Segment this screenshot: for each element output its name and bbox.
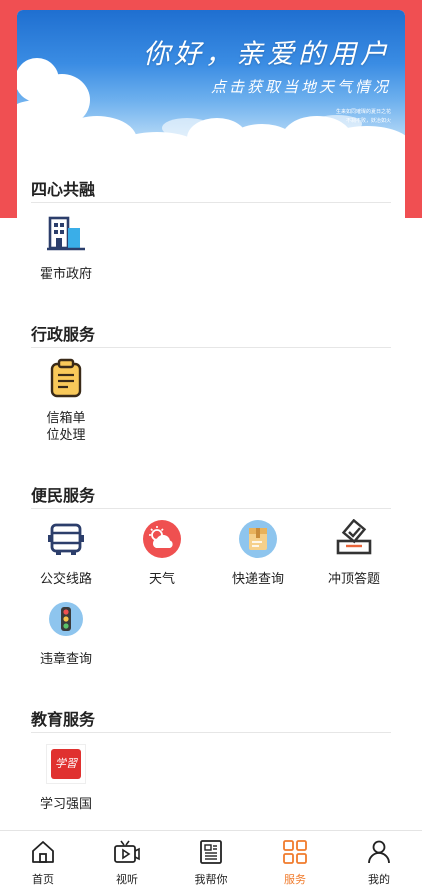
service-item-bus[interactable]: 公交线路 bbox=[18, 519, 114, 588]
section-title-convenience: 便民服务 bbox=[31, 486, 96, 505]
bus-icon bbox=[48, 523, 84, 555]
section-divider bbox=[31, 347, 391, 348]
banner-caption: 生来如同璀璨的夏日之花 不凋不败，妖冶如火 bbox=[271, 108, 391, 126]
section-title-education: 教育服务 bbox=[31, 710, 96, 729]
weather-banner[interactable]: 你好，亲爱的用户 点击获取当地天气情况 生来如同璀璨的夏日之花 不凋不败，妖冶如… bbox=[17, 10, 405, 162]
tab-label: 服务 bbox=[284, 873, 306, 886]
section-title-admin: 行政服务 bbox=[31, 325, 96, 344]
traffic-light-icon bbox=[49, 602, 83, 636]
service-item-label: 冲顶答题 bbox=[327, 572, 380, 587]
service-item-express[interactable]: 快递查询 bbox=[210, 519, 306, 588]
package-icon bbox=[239, 520, 277, 558]
building-icon bbox=[47, 216, 85, 251]
person-icon bbox=[368, 840, 390, 864]
tab-label: 视听 bbox=[116, 873, 138, 886]
xuexi-icon: 学習 bbox=[46, 744, 86, 784]
banner-caption-line1: 生来如同璀璨的夏日之花 bbox=[335, 109, 391, 115]
ballot-icon bbox=[336, 519, 372, 555]
banner-subtitle: 点击获取当地天气情况 bbox=[210, 78, 391, 96]
service-item-mailbox[interactable]: 信箱单位处理 bbox=[18, 358, 114, 444]
bottom-tab-bar: 首页 视听 我帮你 服务 我的 bbox=[0, 830, 422, 891]
weather-icon bbox=[143, 520, 181, 558]
banner-greeting: 你好，亲爱的用户 bbox=[143, 39, 391, 70]
newspaper-icon bbox=[200, 840, 222, 864]
xuexi-logo: 学習 bbox=[51, 749, 81, 779]
tab-mine[interactable]: 我的 bbox=[349, 839, 409, 887]
section-divider bbox=[31, 202, 391, 203]
service-item-label: 天气 bbox=[148, 572, 175, 587]
service-item-label: 学习强国 bbox=[39, 797, 92, 812]
tab-home[interactable]: 首页 bbox=[13, 839, 73, 887]
tab-label: 首页 bbox=[32, 873, 54, 886]
section-divider bbox=[31, 732, 391, 733]
tab-label: 我的 bbox=[368, 873, 390, 886]
tv-icon bbox=[114, 840, 140, 863]
section-title-sixin: 四心共融 bbox=[31, 180, 96, 199]
service-item-quiz[interactable]: 冲顶答题 bbox=[306, 519, 402, 588]
home-icon bbox=[32, 841, 54, 863]
service-item-xuexi[interactable]: 学習 学习强国 bbox=[18, 744, 114, 813]
tab-media[interactable]: 视听 bbox=[97, 839, 157, 887]
service-item-violation[interactable]: 违章查询 bbox=[18, 599, 114, 668]
banner-caption-line2: 不凋不败，妖冶如火 bbox=[345, 118, 391, 124]
service-item-label: 霍市政府 bbox=[39, 267, 92, 282]
service-item-weather[interactable]: 天气 bbox=[114, 519, 210, 588]
tab-label: 我帮你 bbox=[194, 873, 228, 886]
service-item-label: 违章查询 bbox=[39, 652, 92, 667]
service-item-label: 公交线路 bbox=[39, 572, 92, 587]
tab-services[interactable]: 服务 bbox=[265, 839, 325, 887]
grid-icon bbox=[283, 840, 307, 864]
tab-help[interactable]: 我帮你 bbox=[181, 839, 241, 887]
section-divider bbox=[31, 508, 391, 509]
service-item-label: 信箱单位处理 bbox=[46, 411, 86, 443]
clipboard-icon bbox=[50, 358, 82, 398]
service-item-government[interactable]: 霍市政府 bbox=[18, 214, 114, 283]
service-item-label: 快递查询 bbox=[231, 572, 284, 587]
